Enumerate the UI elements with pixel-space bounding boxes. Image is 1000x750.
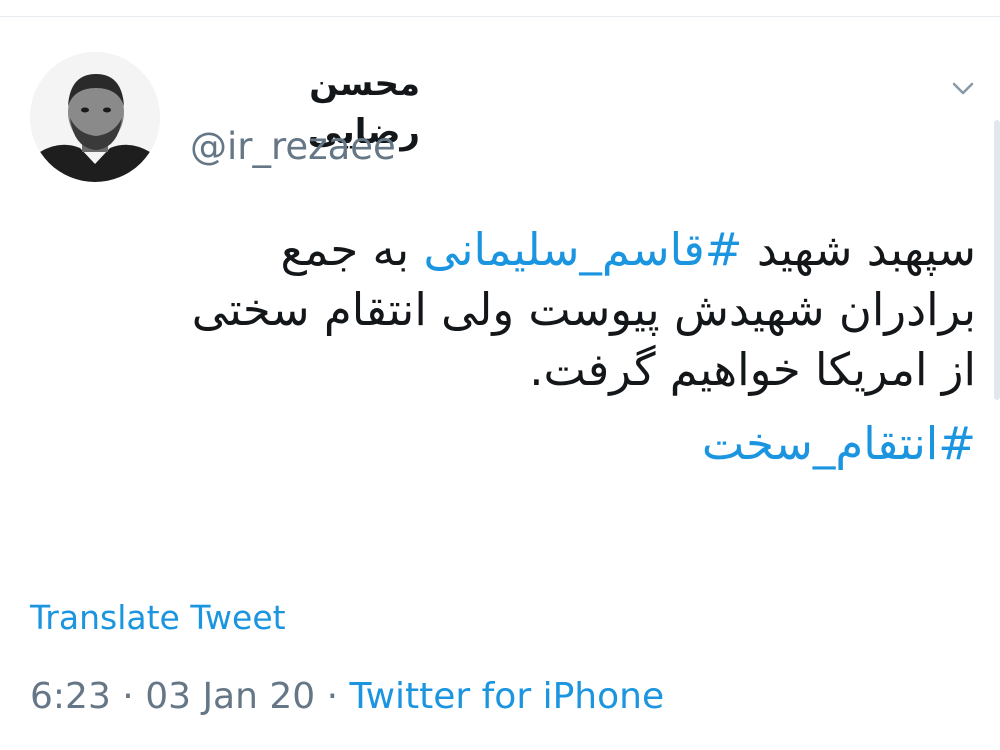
tweet-line-1: سپهبد شهید #قاسم_سلیمانی به جمع bbox=[24, 220, 976, 280]
translate-tweet-link[interactable]: Translate Tweet bbox=[30, 595, 286, 641]
scrollbar[interactable] bbox=[994, 120, 1000, 400]
separator: · bbox=[315, 676, 350, 717]
tweet-source-link[interactable]: Twitter for iPhone bbox=[350, 676, 665, 717]
tweet-text-segment: سپهبد شهید bbox=[742, 223, 976, 276]
tweet-date[interactable]: 03 Jan 20 bbox=[145, 676, 315, 717]
separator: · bbox=[110, 676, 146, 717]
profile-photo-icon bbox=[30, 52, 160, 182]
top-divider bbox=[0, 16, 1000, 17]
display-name[interactable]: محسن رضایی bbox=[190, 60, 420, 152]
hashtag-link[interactable]: #انتقام_سخت bbox=[702, 417, 976, 470]
tweet-text: سپهبد شهید #قاسم_سلیمانی به جمع برادران … bbox=[24, 220, 976, 474]
tweet-text-segment: به جمع bbox=[280, 223, 424, 276]
hashtag-link[interactable]: #قاسم_سلیمانی bbox=[423, 223, 742, 276]
tweet-line-3: از امریکا خواهیم گرفت. bbox=[529, 343, 976, 396]
user-handle[interactable]: @ir_rezaee bbox=[190, 122, 396, 172]
tweet-time[interactable]: 6:23 bbox=[30, 676, 111, 717]
chevron-down-icon[interactable] bbox=[950, 78, 976, 100]
tweet-metadata: 6:23 · 03 Jan 20 · Twitter for iPhone bbox=[30, 672, 664, 722]
tweet-line-2: برادران شهیدش پیوست ولی انتقام سختی bbox=[191, 283, 976, 336]
avatar[interactable] bbox=[30, 52, 160, 182]
